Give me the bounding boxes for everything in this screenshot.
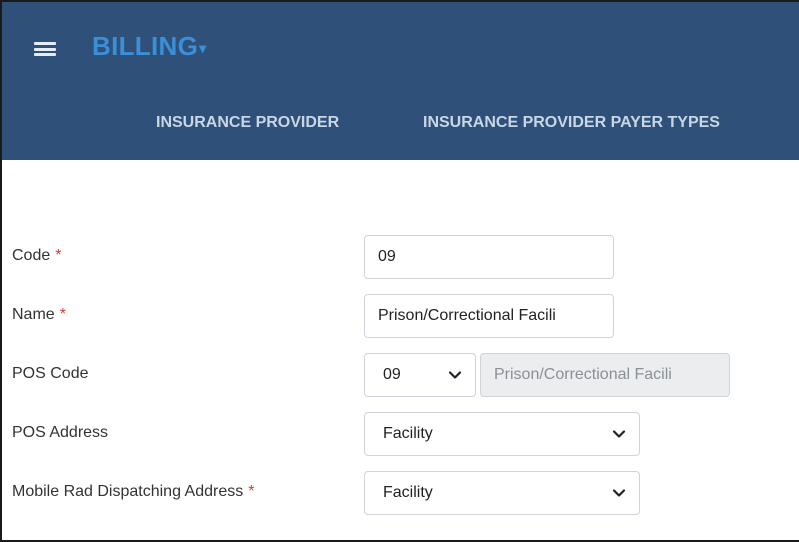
chevron-down-icon: [612, 489, 626, 497]
pos-address-label: POS Address: [12, 424, 109, 441]
caret-down-icon: ▾: [199, 39, 207, 56]
pos-address-select[interactable]: Facility: [364, 412, 640, 456]
code-label: Code *: [12, 247, 62, 264]
code-input[interactable]: 09: [364, 235, 614, 279]
required-marker: *: [59, 306, 66, 323]
required-marker: *: [248, 483, 255, 500]
pos-code-label: POS Code: [12, 365, 89, 382]
name-input[interactable]: Prison/Correctional Facili: [364, 294, 614, 338]
mobile-rad-dispatching-address-label: Mobile Rad Dispatching Address *: [12, 483, 255, 500]
chevron-down-icon: [448, 371, 462, 379]
app-window: BILLING▾ INSURANCE PROVIDER INSURANCE PR…: [0, 0, 799, 542]
tab-insurance-provider[interactable]: INSURANCE PROVIDER: [156, 114, 339, 132]
module-title: BILLING: [92, 31, 199, 61]
mobile-rad-dispatching-address-select[interactable]: Facility: [364, 471, 640, 515]
top-header: BILLING▾ INSURANCE PROVIDER INSURANCE PR…: [2, 2, 799, 160]
chevron-down-icon: [612, 430, 626, 438]
tab-insurance-provider-payer-types[interactable]: INSURANCE PROVIDER PAYER TYPES: [423, 114, 720, 132]
name-label: Name *: [12, 306, 66, 323]
hamburger-icon[interactable]: [34, 42, 56, 56]
pos-code-select[interactable]: 09: [364, 353, 476, 397]
required-marker: *: [55, 247, 62, 264]
pos-code-description-field: Prison/Correctional Facili: [480, 353, 730, 397]
module-switcher[interactable]: BILLING▾: [92, 31, 206, 62]
